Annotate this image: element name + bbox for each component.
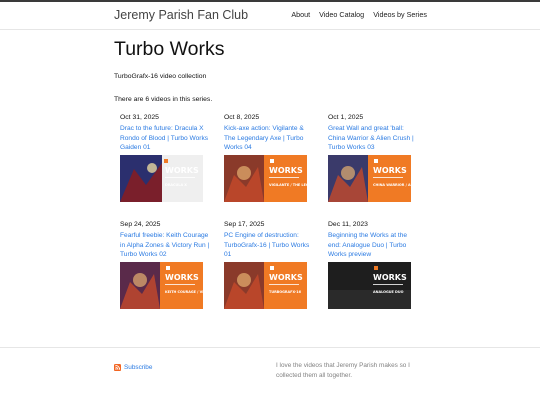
video-title-link[interactable]: Great Wall and great 'ball: China Warrio…: [328, 124, 420, 153]
footer-note: I love the videos that Jeremy Parish mak…: [276, 362, 410, 379]
nav-video-catalog[interactable]: Video Catalog: [319, 10, 364, 19]
svg-text:WORKS: WORKS: [165, 273, 199, 282]
video-thumbnail[interactable]: WORKS DRACULA X: [120, 155, 203, 202]
svg-text:WORKS: WORKS: [373, 166, 407, 175]
video-thumbnail[interactable]: WORKS VIGILANTE / THE LEGENDARY AXE: [224, 155, 307, 202]
series-description: TurboGrafx-16 video collection: [114, 73, 207, 80]
video-card: Dec 11, 2023 Beginning the Works at the …: [328, 221, 420, 309]
video-card: Sep 24, 2025 Fearful freebie: Keith Cour…: [120, 221, 212, 309]
video-card: Oct 31, 2025 Drac to the future: Dracula…: [120, 114, 212, 202]
video-card: Sep 17, 2025 PC Engine of destruction: T…: [224, 221, 316, 309]
video-title-link[interactable]: Beginning the Works at the end: Analogue…: [328, 231, 420, 260]
rss-icon: [114, 364, 121, 371]
video-card: Oct 1, 2025 Great Wall and great 'ball: …: [328, 114, 420, 202]
video-count-text: There are 6 videos in this series.: [114, 96, 213, 103]
nav-about[interactable]: About: [291, 10, 310, 19]
video-date: Oct 1, 2025: [328, 114, 364, 121]
video-title-link[interactable]: PC Engine of destruction: TurboGrafx-16 …: [224, 231, 316, 260]
svg-text:VIGILANTE / THE LEGENDARY AXE: VIGILANTE / THE LEGENDARY AXE: [269, 183, 307, 187]
video-date: Oct 8, 2025: [224, 114, 260, 121]
video-card: Oct 8, 2025 Kick-axe action: Vigilante &…: [224, 114, 316, 202]
subscribe-link[interactable]: Subscribe: [114, 364, 152, 371]
video-thumbnail[interactable]: WORKS KEITH COURAGE / VICTORY RUN: [120, 262, 203, 309]
video-grid: Oct 31, 2025 Drac to the future: Dracula…: [120, 114, 420, 324]
subscribe-label: Subscribe: [124, 364, 153, 371]
svg-text:WORKS: WORKS: [373, 273, 407, 282]
svg-text:WORKS: WORKS: [269, 166, 303, 175]
main-nav: About Video Catalog Videos by Series: [291, 10, 427, 19]
site-header: Jeremy Parish Fan Club About Video Catal…: [0, 2, 540, 30]
video-title-link[interactable]: Drac to the future: Dracula X Rondo of B…: [120, 124, 212, 153]
site-title-link[interactable]: Jeremy Parish Fan Club: [114, 8, 248, 22]
svg-text:WORKS: WORKS: [165, 166, 199, 175]
site-footer: Subscribe I love the videos that Jeremy …: [0, 347, 540, 405]
svg-text:TURBOGRAFX-16: TURBOGRAFX-16: [269, 290, 302, 294]
video-thumbnail[interactable]: WORKS CHINA WARRIOR / ALIEN CRUSH: [328, 155, 411, 202]
video-date: Sep 17, 2025: [224, 221, 265, 228]
video-date: Oct 31, 2025: [120, 114, 159, 121]
svg-text:DRACULA X: DRACULA X: [165, 183, 187, 187]
svg-text:KEITH COURAGE / VICTORY RUN: KEITH COURAGE / VICTORY RUN: [165, 290, 203, 294]
video-date: Dec 11, 2023: [328, 221, 368, 228]
svg-text:CHINA WARRIOR / ALIEN CRUSH: CHINA WARRIOR / ALIEN CRUSH: [373, 183, 411, 187]
video-thumbnail[interactable]: WORKS ANALOGUE DUO: [328, 262, 411, 309]
video-title-link[interactable]: Kick-axe action: Vigilante & The Legenda…: [224, 124, 316, 153]
svg-text:WORKS: WORKS: [269, 273, 303, 282]
svg-text:ANALOGUE DUO: ANALOGUE DUO: [373, 290, 404, 294]
video-thumbnail[interactable]: WORKS TURBOGRAFX-16: [224, 262, 307, 309]
nav-videos-by-series[interactable]: Videos by Series: [373, 10, 427, 19]
page-title: Turbo Works: [114, 38, 225, 60]
video-title-link[interactable]: Fearful freebie: Keith Courage in Alpha …: [120, 231, 212, 260]
video-date: Sep 24, 2025: [120, 221, 161, 228]
